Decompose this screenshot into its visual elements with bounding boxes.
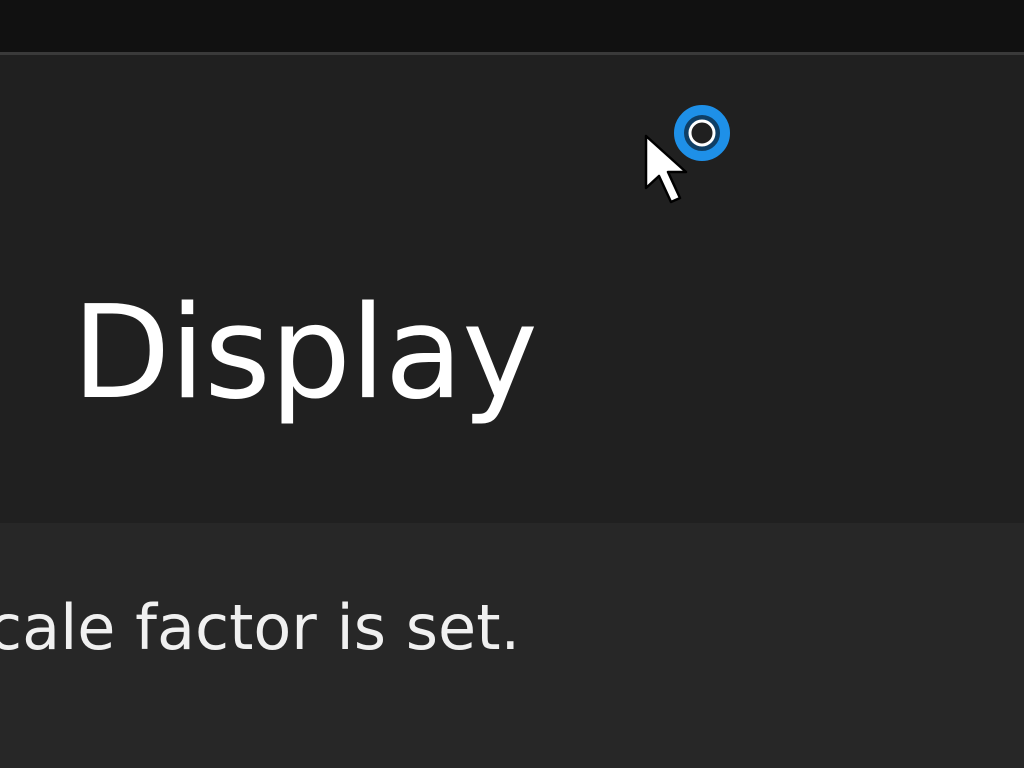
window-title-bar [0,0,1024,52]
scale-description-text: cale factor is set. [0,591,521,664]
page-title: Display [72,279,538,428]
busy-cursor-icon [644,100,736,210]
settings-window: Display cale factor is set. [0,0,1024,768]
